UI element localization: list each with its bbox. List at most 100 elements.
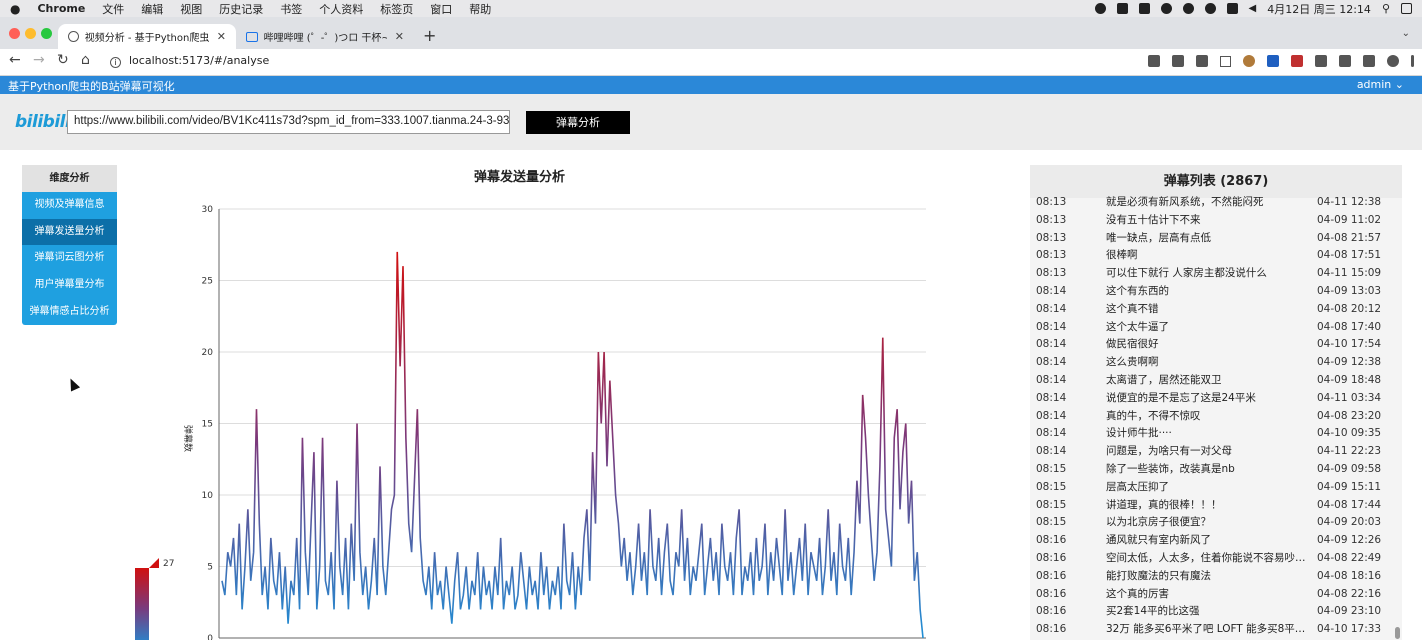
sidebar-item-sentiment[interactable]: 弹幕情感占比分析 [22, 298, 117, 326]
danmaku-row[interactable]: 08:16 空间太低，人太多，住着你能说不容易吵架吗 04-08 22:49 [1036, 550, 1398, 568]
danmaku-row[interactable]: 08:15 除了一些装饰，改装真是nb 04-09 09:58 [1036, 461, 1398, 479]
danmaku-row[interactable]: 08:15 层高太压抑了 04-09 15:11 [1036, 479, 1398, 497]
translate-icon[interactable] [1172, 55, 1184, 67]
site-info-icon[interactable]: i [110, 57, 121, 68]
danmaku-row[interactable]: 08:15 以为北京房子很便宜？ 04-09 20:03 [1036, 514, 1398, 532]
danmaku-row[interactable]: 08:14 这个真不错 04-08 20:12 [1036, 301, 1398, 319]
extension-icon[interactable] [1243, 55, 1255, 67]
input-method-icon[interactable] [1226, 3, 1238, 14]
wechat-icon[interactable] [1204, 3, 1216, 14]
menu-file[interactable]: 文件 [102, 1, 124, 17]
omnibox-url[interactable]: localhost:5173/#/analyse [129, 54, 269, 67]
sidebar-item-send-volume[interactable]: 弹幕发送量分析 [22, 218, 117, 246]
tab-search-chevron-icon[interactable]: ⌄ [1402, 28, 1410, 39]
new-tab-button[interactable]: + [423, 26, 436, 45]
browser-tab-active[interactable]: 视频分析 - 基于Python爬虫的B站 ✕ [58, 24, 236, 49]
danmaku-row[interactable]: 08:16 买2套14平的比这强 04-09 23:10 [1036, 603, 1398, 621]
chevron-down-icon[interactable]: ⌄ [1395, 78, 1404, 91]
qq-icon[interactable] [1182, 3, 1194, 14]
menu-edit[interactable]: 编辑 [141, 1, 163, 17]
spotlight-search-icon[interactable]: ⚲ [1382, 2, 1390, 15]
analyze-button[interactable]: 弹幕分析 [526, 111, 630, 134]
profile-avatar-icon[interactable] [1387, 55, 1399, 67]
menu-window[interactable]: 窗口 [430, 1, 452, 17]
danmaku-send-date: 04-09 23:10 [1317, 605, 1382, 618]
apple-icon[interactable]: ● [10, 2, 20, 16]
tab-close-icon[interactable]: ✕ [395, 30, 404, 43]
window-close-button[interactable] [9, 28, 20, 39]
browser-tab[interactable]: 哔哩哔哩 (゜-゜)つロ 干杯~-bilibili ✕ [236, 24, 414, 49]
y-tick-label: 20 [202, 348, 214, 358]
user-menu[interactable]: admin ⌄ [1357, 78, 1404, 91]
danmaku-row[interactable]: 08:14 设计师牛批···· 04-10 09:35 [1036, 425, 1398, 443]
video-url-bar: bilibili https://www.bilibili.com/video/… [0, 94, 1422, 150]
danmaku-row[interactable]: 08:16 能打败魔法的只有魔法 04-08 18:16 [1036, 568, 1398, 586]
extension-icon[interactable] [1315, 55, 1327, 67]
more-menu-icon[interactable] [1411, 55, 1414, 67]
steam-icon[interactable] [1160, 3, 1172, 14]
danmaku-row[interactable]: 08:14 说便宜的是不是忘了这是24平米 04-11 03:34 [1036, 390, 1398, 408]
danmaku-video-time: 08:16 [1036, 605, 1067, 618]
danmaku-row[interactable]: 08:14 这么贵啊啊 04-09 12:38 [1036, 354, 1398, 372]
extension-icon[interactable] [1291, 55, 1303, 67]
share-icon[interactable] [1196, 55, 1208, 67]
visualmap-handle-icon[interactable] [149, 558, 159, 568]
visualmap-legend[interactable]: 27 [135, 558, 174, 640]
list-scrollbar-thumb[interactable] [1395, 627, 1400, 639]
menu-profiles[interactable]: 个人资料 [319, 1, 363, 17]
extension-icon[interactable] [1267, 55, 1279, 67]
danmaku-row[interactable]: 08:13 就是必须有新风系统，不然能闷死 04-11 12:38 [1036, 194, 1398, 212]
danmaku-row[interactable]: 08:14 这个太牛逼了 04-08 17:40 [1036, 319, 1398, 337]
menu-view[interactable]: 视图 [180, 1, 202, 17]
danmaku-content: 层高太压抑了 [1106, 480, 1169, 493]
tab-close-icon[interactable]: ✕ [217, 30, 226, 43]
danmaku-row[interactable]: 08:15 讲道理，真的很棒！！！ 04-08 17:44 [1036, 497, 1398, 515]
signal-icon[interactable] [1116, 3, 1128, 14]
omnibox[interactable]: i localhost:5173/#/analyse [110, 54, 269, 68]
danmaku-row[interactable]: 08:14 这个有东西的 04-09 13:03 [1036, 283, 1398, 301]
home-icon[interactable]: ⌂ [81, 52, 90, 68]
danmaku-row[interactable]: 08:13 很棒啊 04-08 17:51 [1036, 247, 1398, 265]
visualmap-bar[interactable] [135, 568, 149, 640]
danmaku-content: 通风就只有室内新风了 [1106, 534, 1211, 547]
user-name[interactable]: admin [1357, 78, 1391, 91]
bookmark-star-icon[interactable] [1220, 55, 1231, 67]
danmaku-row[interactable]: 08:16 32万 能多买6平米了吧 LOFT 能多买8平米的那种 04-10 17… [1036, 621, 1398, 639]
danmaku-content: 讲道理，真的很棒！！！ [1106, 498, 1222, 511]
record-icon[interactable] [1094, 3, 1106, 14]
side-panel-icon[interactable] [1363, 55, 1375, 67]
back-arrow-icon[interactable]: ← [9, 52, 21, 68]
menubar-clock[interactable]: 4月12日 周三 12:14 [1267, 1, 1371, 17]
danmaku-row[interactable]: 08:13 可以住下就行 人家房主都没说什么 04-11 15:09 [1036, 265, 1398, 283]
danmaku-row[interactable]: 08:16 这个真的厉害 04-08 22:16 [1036, 586, 1398, 604]
reload-icon[interactable]: ↻ [57, 52, 69, 68]
window-minimize-button[interactable] [25, 28, 36, 39]
sidebar-item-video-info[interactable]: 视频及弹幕信息 [22, 192, 117, 219]
danmaku-row[interactable]: 08:14 做民宿很好 04-10 17:54 [1036, 336, 1398, 354]
danmaku-row[interactable]: 08:16 通风就只有室内新风了 04-09 12:26 [1036, 532, 1398, 550]
sidebar-item-wordcloud[interactable]: 弹幕词云图分析 [22, 245, 117, 273]
sidebar-item-user-distribution[interactable]: 用户弹幕量分布 [22, 272, 117, 299]
key-icon[interactable] [1148, 55, 1160, 67]
danmaku-row[interactable]: 08:13 没有五十估计下不来 04-09 11:02 [1036, 212, 1398, 230]
danmaku-video-time: 08:14 [1036, 391, 1067, 404]
danmaku-row[interactable]: 08:13 唯一缺点，层高有点低 04-08 21:57 [1036, 230, 1398, 248]
danmaku-row[interactable]: 08:14 太离谱了，居然还能双卫 04-09 18:48 [1036, 372, 1398, 390]
nvidia-icon[interactable] [1138, 3, 1150, 14]
menu-history[interactable]: 历史记录 [219, 1, 263, 17]
window-zoom-button[interactable] [41, 28, 52, 39]
menu-tabs[interactable]: 标签页 [380, 1, 413, 17]
forward-arrow-icon[interactable]: → [33, 52, 45, 68]
danmaku-content: 问题是，为啥只有一对父母 [1106, 445, 1232, 458]
danmaku-content: 能打败魔法的只有魔法 [1106, 569, 1211, 582]
volume-icon[interactable]: ◀ [1249, 3, 1257, 14]
extensions-puzzle-icon[interactable] [1339, 55, 1351, 67]
danmaku-video-time: 08:14 [1036, 338, 1067, 351]
danmaku-row[interactable]: 08:14 问题是，为啥只有一对父母 04-11 22:23 [1036, 443, 1398, 461]
menubar-app-name[interactable]: Chrome [37, 2, 85, 15]
menu-bookmarks[interactable]: 书签 [280, 1, 302, 17]
video-url-input[interactable]: https://www.bilibili.com/video/BV1Kc411s… [67, 110, 510, 134]
menu-help[interactable]: 帮助 [469, 1, 491, 17]
control-center-icon[interactable] [1401, 3, 1412, 14]
danmaku-row[interactable]: 08:14 真的牛，不得不惊叹 04-08 23:20 [1036, 408, 1398, 426]
